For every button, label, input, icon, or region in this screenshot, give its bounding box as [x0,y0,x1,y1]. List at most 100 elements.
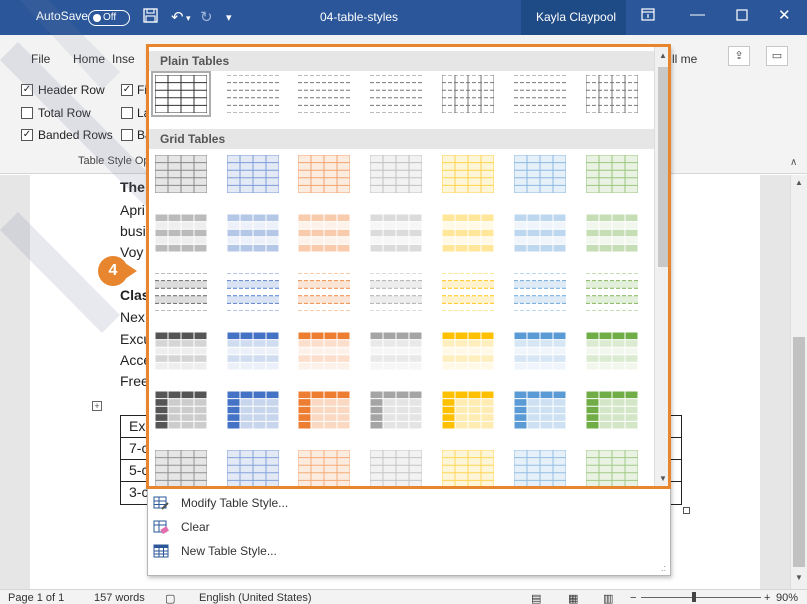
share-icon[interactable]: ⇪ [728,46,750,66]
table-style-grid-accent[interactable] [297,390,351,430]
zoom-level[interactable]: 90% [776,592,798,604]
table-style-plain[interactable] [298,74,350,114]
document-scrollbar[interactable]: ▲ ▼ [790,175,807,589]
resize-grip-icon[interactable]: .: [661,563,666,573]
table-style-grid-accent[interactable] [154,213,208,253]
table-style-plain[interactable] [227,74,279,114]
table-style-grid-accent[interactable] [514,272,566,312]
table-style-grid-accent[interactable] [513,449,567,488]
table-style-plain[interactable] [514,74,566,114]
table-style-grid-accent[interactable] [369,213,423,253]
table-style-grid-accent[interactable] [154,331,208,371]
tab-home[interactable]: Home [73,52,105,66]
table-style-grid-accent[interactable] [441,390,495,430]
table-style-grid-accent[interactable] [585,331,639,371]
clear-style-menu-item[interactable]: Clear [153,519,210,535]
minimize-icon[interactable]: — [690,6,705,23]
table-style-grid-accent[interactable] [226,154,280,194]
table-style-grid-accent[interactable] [369,331,423,371]
table-style-grid-accent[interactable] [154,390,208,430]
scrollbar-thumb[interactable] [793,337,805,567]
banded-rows-checkbox[interactable]: ✓ Banded Rows [21,128,113,142]
language-indicator[interactable]: English (United States) [199,592,312,604]
checkbox-box[interactable]: ✓ [21,84,33,96]
comments-icon[interactable]: ▭ [766,46,788,66]
table-style-grid-accent[interactable] [297,154,351,194]
table-style-grid-accent[interactable] [441,154,495,194]
checkbox-box[interactable]: ✓ [21,129,33,141]
table-style-grid-accent[interactable] [226,390,280,430]
table-style-grid-accent[interactable] [226,449,280,488]
total-row-checkbox[interactable]: Total Row [21,106,91,120]
table-style-plain[interactable] [585,74,639,114]
scroll-up-icon[interactable]: ▲ [795,178,803,187]
undo-dropdown-icon[interactable]: ▾ [186,13,191,24]
table-style-grid-accent[interactable] [370,272,422,312]
table-style-grid-accent[interactable] [585,154,639,194]
word-count[interactable]: 157 words [94,592,145,604]
table-style-grid-accent[interactable] [154,449,208,488]
table-style-plain[interactable] [441,74,495,114]
maximize-icon[interactable] [736,8,748,25]
first-column-checkbox[interactable]: ✓ Fi [121,83,147,97]
zoom-in-icon[interactable]: + [764,592,770,604]
table-style-grid-accent[interactable] [298,272,350,312]
table-style-grid-accent[interactable] [513,331,567,371]
checkbox-box[interactable] [121,107,133,119]
last-column-checkbox[interactable]: La [121,106,150,120]
page-count[interactable]: Page 1 of 1 [8,592,64,604]
tab-file[interactable]: File [31,52,50,66]
gallery-scrollbar[interactable]: ▲ ▼ [654,47,671,488]
table-style-grid-accent[interactable] [226,213,280,253]
table-style-grid-accent[interactable] [513,390,567,430]
table-style-grid-accent[interactable] [297,331,351,371]
table-style-grid-accent[interactable] [155,272,207,312]
table-style-grid-accent[interactable] [369,449,423,488]
table-style-grid-accent[interactable] [441,449,495,488]
table-style-grid-accent[interactable] [441,213,495,253]
user-name[interactable]: Kayla Claypool [536,10,616,24]
table-style-grid-accent[interactable] [227,272,279,312]
zoom-slider[interactable] [641,597,761,598]
print-layout-icon[interactable]: ▦ [568,592,578,604]
close-icon[interactable]: ✕ [778,6,791,24]
table-style-grid-accent[interactable] [226,331,280,371]
checkbox-box[interactable] [121,129,133,141]
table-style-grid[interactable] [151,71,211,117]
table-style-grid-accent[interactable] [442,272,494,312]
zoom-slider-thumb[interactable] [692,592,696,602]
proofing-icon[interactable]: ▢ [165,592,175,604]
table-style-grid-accent[interactable] [585,449,639,488]
collapse-ribbon-icon[interactable]: ∧ [790,157,797,168]
header-row-checkbox[interactable]: ✓ Header Row [21,83,105,97]
zoom-out-icon[interactable]: − [630,592,636,604]
gallery-scroll-up-icon[interactable]: ▲ [659,51,667,60]
gallery-scroll-down-icon[interactable]: ▼ [659,474,667,483]
customize-qat-icon[interactable]: ▾ [226,11,232,24]
table-style-grid-accent[interactable] [585,213,639,253]
table-style-grid-accent[interactable] [586,272,638,312]
ribbon-display-icon[interactable] [641,8,655,25]
gallery-scrollbar-thumb[interactable] [658,67,669,267]
table-style-grid-accent[interactable] [513,213,567,253]
table-resize-handle[interactable] [683,507,690,514]
table-style-grid-accent[interactable] [297,449,351,488]
autosave-toggle[interactable]: Off [88,10,130,26]
new-table-style-menu-item[interactable]: New Table Style... [153,543,277,559]
save-icon[interactable] [143,8,158,27]
table-style-grid-accent[interactable] [369,390,423,430]
table-style-grid-accent[interactable] [513,154,567,194]
table-style-grid-accent[interactable] [441,331,495,371]
checkbox-box[interactable] [21,107,33,119]
undo-icon[interactable]: ↶ [171,8,184,26]
table-style-grid-accent[interactable] [154,154,208,194]
tab-insert[interactable]: Inse [112,52,135,66]
redo-icon[interactable]: ↻ [200,8,213,26]
web-layout-icon[interactable]: ▥ [603,592,613,604]
table-move-handle[interactable]: + [92,401,102,411]
scroll-down-icon[interactable]: ▼ [795,573,803,582]
table-style-grid-accent[interactable] [369,154,423,194]
table-style-plain[interactable] [370,74,422,114]
table-style-grid-accent[interactable] [585,390,639,430]
table-style-grid-accent[interactable] [297,213,351,253]
